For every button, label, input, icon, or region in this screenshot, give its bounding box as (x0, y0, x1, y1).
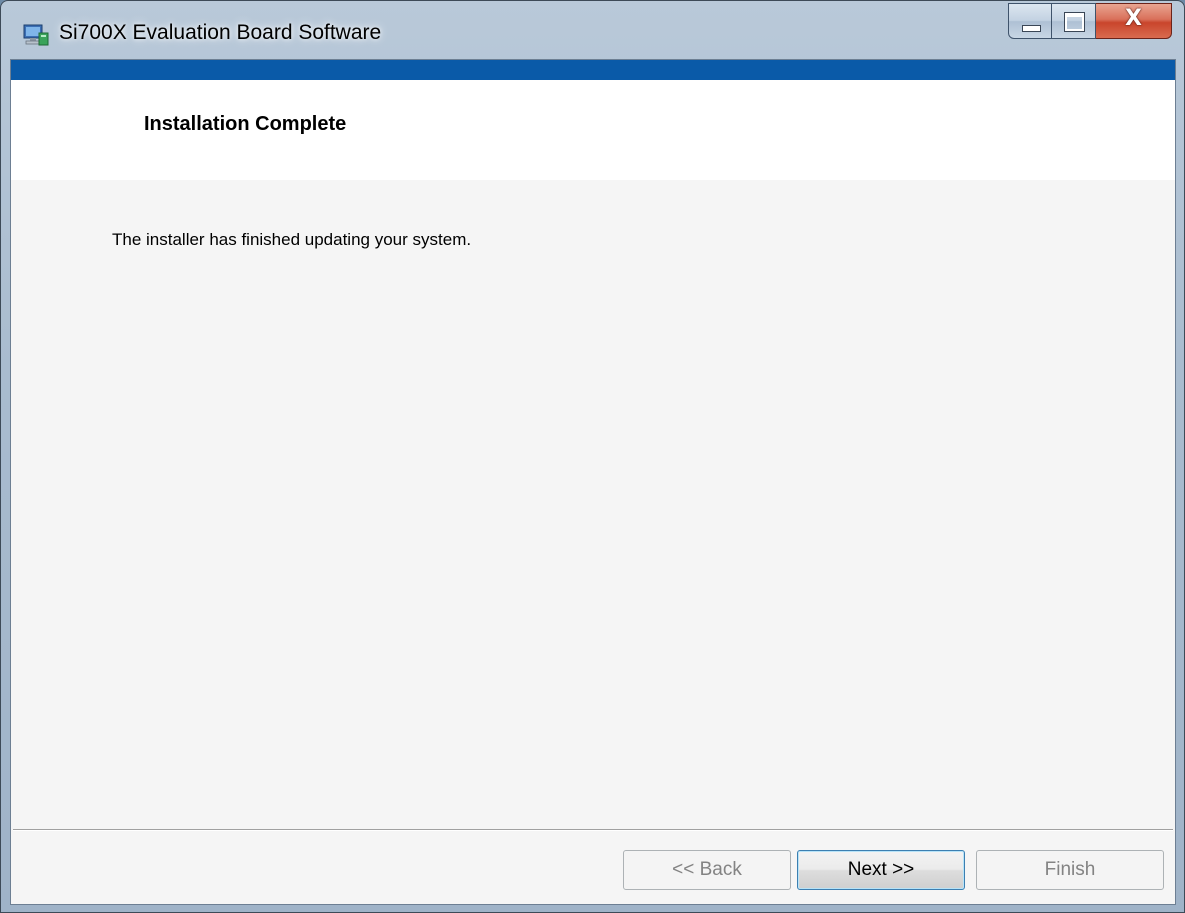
minimize-icon (1022, 25, 1041, 32)
caption-buttons: X (1008, 3, 1172, 43)
accent-bar (11, 60, 1175, 80)
window-title: Si700X Evaluation Board Software (59, 21, 382, 44)
maximize-icon (1064, 12, 1085, 32)
next-button[interactable]: Next >> (797, 850, 965, 890)
installer-window: Si700X Evaluation Board Software X Insta… (0, 0, 1185, 913)
back-button[interactable]: << Back (623, 850, 791, 890)
title-bar[interactable]: Si700X Evaluation Board Software X (1, 1, 1184, 59)
maximize-button[interactable] (1052, 3, 1096, 39)
close-icon: X (1125, 6, 1142, 31)
page-title: Installation Complete (144, 113, 347, 135)
close-button[interactable]: X (1096, 3, 1172, 39)
installer-computer-icon (23, 24, 49, 46)
dialog-client-area: Installation Complete The installer has … (10, 59, 1176, 905)
header-banner: Installation Complete (11, 80, 1175, 180)
completion-message: The installer has finished updating your… (112, 230, 472, 249)
footer-separator (13, 829, 1173, 831)
minimize-button[interactable] (1008, 3, 1052, 39)
finish-button[interactable]: Finish (976, 850, 1164, 890)
